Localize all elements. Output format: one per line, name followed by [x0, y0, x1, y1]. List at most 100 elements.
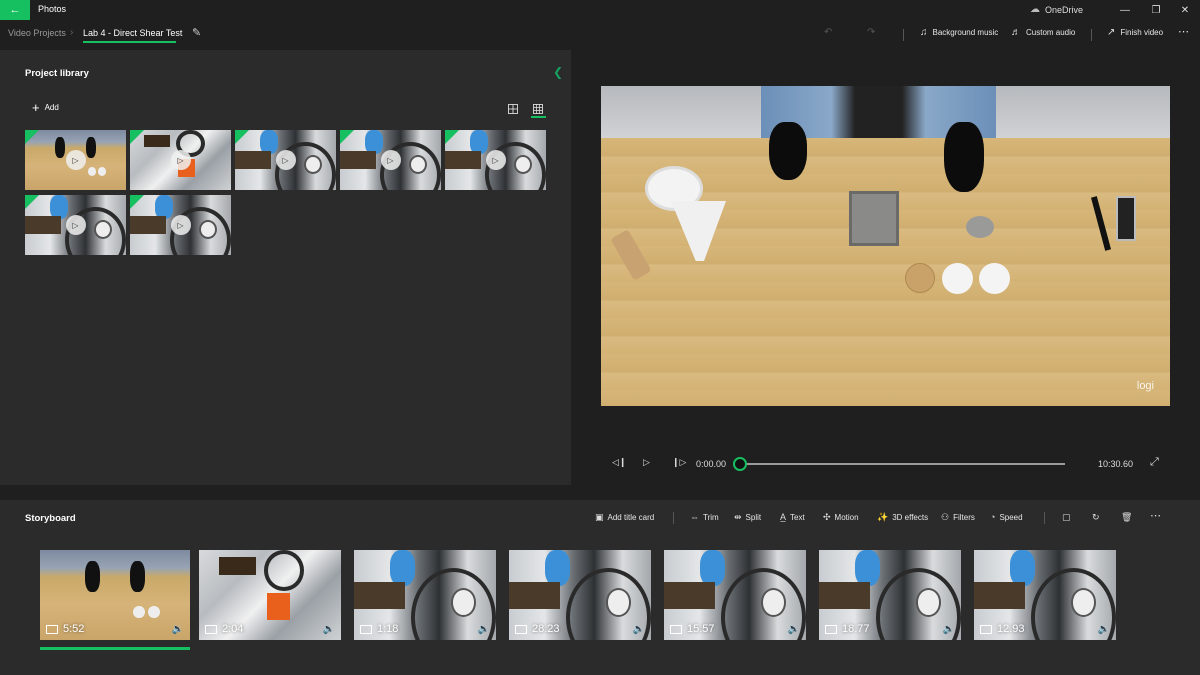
scene-apparatus	[974, 581, 1026, 609]
watermark: logi	[1136, 380, 1154, 392]
3d-effects-button[interactable]: ✨ 3D effects	[877, 512, 928, 523]
preview-caliper	[1116, 196, 1136, 241]
minimize-button[interactable]: —	[1110, 0, 1140, 20]
collapse-panel-icon[interactable]: ❮	[553, 65, 563, 79]
library-item[interactable]: ▷	[130, 195, 231, 255]
storyboard-panel: Storyboard ▣ Add title card ⇔ Trim ⇹ Split …	[0, 500, 1200, 675]
storyboard-clip[interactable]: 2:04 🔉	[199, 550, 341, 640]
view-large-thumbnails-button[interactable]	[508, 101, 520, 114]
play-icon[interactable]: ▷	[65, 150, 86, 170]
text-icon: A̲	[780, 512, 787, 522]
breadcrumb-current-project[interactable]: Lab 4 - Direct Shear Test	[83, 28, 182, 38]
scene-box	[218, 557, 256, 576]
play-icon[interactable]: ▷	[380, 150, 401, 170]
custom-audio-button[interactable]: ♬ Custom audio	[1011, 27, 1075, 38]
storyboard-clip[interactable]: 28.23 🔉	[509, 550, 651, 640]
pencil-icon[interactable]: ✎	[192, 26, 201, 39]
resize-button[interactable]: ▢	[1062, 512, 1071, 523]
seek-bar[interactable]	[746, 463, 1065, 465]
command-bar: Video Projects › Lab 4 - Direct Shear Te…	[0, 20, 1200, 50]
in-use-badge	[25, 195, 39, 209]
rotate-button[interactable]: ↻	[1092, 512, 1100, 523]
storyboard-clip[interactable]: 15.57 🔉	[664, 550, 806, 640]
motion-button[interactable]: ✣ Motion	[823, 512, 859, 523]
close-button[interactable]: ✕	[1170, 0, 1200, 20]
preview-filter-paper	[979, 263, 1010, 294]
play-icon[interactable]: ▷	[170, 215, 191, 235]
seek-thumb[interactable]	[733, 457, 747, 471]
more-button[interactable]: ⋯	[1178, 25, 1189, 38]
split-button[interactable]: ⇹ Split	[734, 512, 761, 523]
video-preview[interactable]: logi	[601, 86, 1170, 406]
volume-icon[interactable]: 🔉	[478, 624, 490, 635]
scene-apparatus	[354, 581, 406, 609]
library-item[interactable]: ▷	[235, 130, 336, 190]
trim-button[interactable]: ⇔ Trim	[690, 512, 719, 522]
breadcrumb-video-projects[interactable]: Video Projects	[8, 28, 66, 38]
preview-porous-stone	[905, 263, 935, 293]
storyboard-clip[interactable]: 18.77 🔉	[819, 550, 961, 640]
video-frame-icon	[46, 624, 58, 634]
divider	[673, 512, 674, 524]
close-icon: ✕	[1180, 4, 1190, 16]
clip-duration: 5:52	[46, 623, 84, 635]
plus-icon: +	[32, 100, 40, 115]
add-media-button[interactable]: + Add	[32, 100, 59, 115]
volume-icon[interactable]: 🔉	[323, 624, 335, 635]
play-button[interactable]: ▷	[643, 457, 650, 468]
finish-video-button[interactable]: ↗ Finish video	[1107, 27, 1163, 38]
volume-icon[interactable]: 🔉	[1098, 624, 1110, 635]
storyboard-more-button[interactable]: ⋯	[1150, 509, 1161, 522]
background-music-button[interactable]: ♫ Background music	[920, 27, 998, 38]
speed-label: Speed	[999, 512, 1023, 522]
next-frame-button[interactable]: ❙▷	[672, 457, 686, 468]
library-item[interactable]: ▷	[130, 130, 231, 190]
arrow-left-icon: ←	[9, 4, 21, 16]
play-icon[interactable]: ▷	[485, 150, 506, 170]
storyboard-clip[interactable]: 5:52 🔉	[40, 550, 190, 640]
preview-glove-left	[769, 122, 807, 180]
back-button[interactable]: ←	[0, 0, 30, 20]
volume-icon[interactable]: 🔉	[788, 624, 800, 635]
filters-button[interactable]: ⚇ Filters	[941, 512, 975, 523]
library-item[interactable]: ▷	[25, 195, 126, 255]
custom-audio-label: Custom audio	[1026, 28, 1076, 37]
text-button[interactable]: A̲ Text	[780, 512, 805, 522]
restore-button[interactable]: ❐	[1141, 0, 1171, 20]
clip-duration-text: 12.93	[997, 623, 1025, 635]
filters-label: Filters	[953, 513, 975, 522]
library-item[interactable]: ▷	[25, 130, 126, 190]
clip-duration-text: 15.57	[687, 623, 715, 635]
scene-apparatus	[509, 581, 561, 609]
volume-icon[interactable]: 🔉	[172, 624, 184, 635]
clip-duration: 1:18	[360, 623, 398, 635]
library-item[interactable]: ▷	[340, 130, 441, 190]
scene-apparatus	[25, 216, 62, 234]
play-icon[interactable]: ▷	[275, 150, 296, 170]
library-item[interactable]: ▷	[445, 130, 546, 190]
scene-dial	[450, 587, 477, 617]
motion-label: Motion	[834, 513, 859, 522]
volume-icon[interactable]: 🔉	[633, 624, 645, 635]
previous-frame-button[interactable]: ◁❙	[612, 457, 626, 468]
storyboard-clip[interactable]: 12.93 🔉	[974, 550, 1116, 640]
play-icon[interactable]: ▷	[65, 215, 86, 235]
onedrive-status[interactable]: ☁ OneDrive	[1030, 4, 1083, 15]
speed-button[interactable]: ◔ Speed	[990, 512, 1023, 522]
fullscreen-button[interactable]: ⤢	[1150, 456, 1159, 469]
view-small-thumbnails-button[interactable]	[533, 101, 545, 114]
scene-apparatus	[235, 151, 272, 169]
delete-button[interactable]: 🗑	[1121, 512, 1132, 523]
video-frame-icon	[205, 624, 217, 634]
volume-icon[interactable]: 🔉	[943, 624, 955, 635]
filters-icon: ⚇	[941, 512, 950, 522]
play-icon[interactable]: ▷	[170, 150, 191, 170]
add-title-card-button[interactable]: ▣ Add title card	[595, 512, 654, 523]
music-note-icon: ♫	[920, 27, 928, 38]
storyboard-clip[interactable]: 1:18 🔉	[354, 550, 496, 640]
redo-button[interactable]: ↷	[867, 27, 875, 38]
clip-duration: 28.23	[515, 623, 560, 635]
undo-button[interactable]: ↶	[824, 27, 832, 38]
scene-apparatus	[340, 151, 377, 169]
in-use-badge	[340, 130, 354, 144]
